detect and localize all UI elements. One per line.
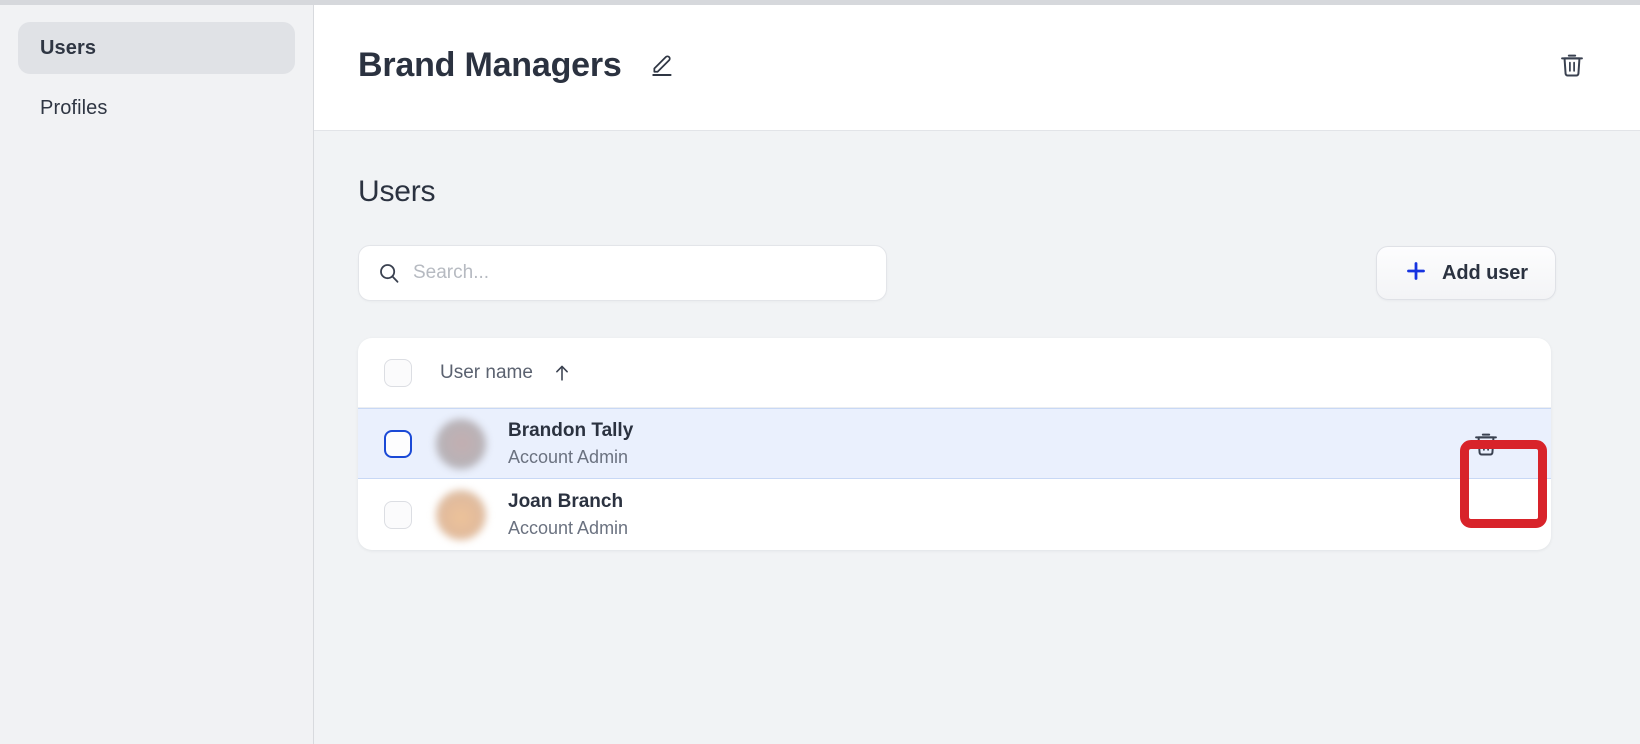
plus-icon	[1404, 259, 1428, 288]
user-cell: Brandon Tally Account Admin	[508, 419, 633, 468]
table-row[interactable]: Joan Branch Account Admin	[358, 479, 1551, 550]
user-name: Joan Branch	[508, 490, 628, 514]
trash-icon	[1558, 51, 1586, 79]
column-header-user-name[interactable]: User name	[440, 362, 533, 384]
sidebar: Users Profiles	[0, 0, 314, 744]
user-name: Brandon Tally	[508, 419, 633, 443]
users-table: User name Brandon Tally Account Admin	[358, 338, 1551, 550]
row-checkbox[interactable]	[384, 501, 412, 529]
avatar	[436, 419, 486, 469]
sidebar-item-users[interactable]: Users	[18, 22, 295, 74]
avatar	[436, 490, 486, 540]
sidebar-item-profiles[interactable]: Profiles	[18, 82, 295, 134]
trash-icon	[1472, 430, 1500, 458]
delete-group-button[interactable]	[1550, 43, 1594, 87]
sidebar-item-label: Users	[40, 37, 96, 60]
arrow-up-icon[interactable]	[551, 362, 573, 384]
select-all-checkbox[interactable]	[384, 359, 412, 387]
main-area: Brand Managers Users	[314, 0, 1640, 744]
page-title: Brand Managers	[358, 46, 622, 85]
search-icon	[377, 261, 401, 285]
search-input[interactable]	[413, 262, 868, 284]
user-role: Account Admin	[508, 446, 633, 469]
page-header: Brand Managers	[314, 0, 1640, 131]
edit-title-button[interactable]	[644, 46, 682, 84]
add-user-label: Add user	[1442, 262, 1528, 285]
pencil-icon	[650, 52, 676, 78]
user-role: Account Admin	[508, 517, 628, 540]
table-header-row: User name	[358, 338, 1551, 408]
table-toolbar: Add user	[358, 245, 1556, 301]
row-checkbox[interactable]	[384, 430, 412, 458]
sidebar-item-label: Profiles	[40, 97, 108, 120]
content-area: Users	[314, 131, 1640, 744]
search-box[interactable]	[358, 245, 887, 301]
row-delete-button[interactable]	[1457, 415, 1515, 473]
section-title: Users	[358, 175, 1556, 209]
top-hairline	[0, 0, 1640, 5]
add-user-button[interactable]: Add user	[1376, 246, 1556, 300]
table-row[interactable]: Brandon Tally Account Admin	[358, 408, 1551, 479]
app-root: Users Profiles Brand Managers	[0, 0, 1640, 744]
user-cell: Joan Branch Account Admin	[508, 490, 628, 539]
